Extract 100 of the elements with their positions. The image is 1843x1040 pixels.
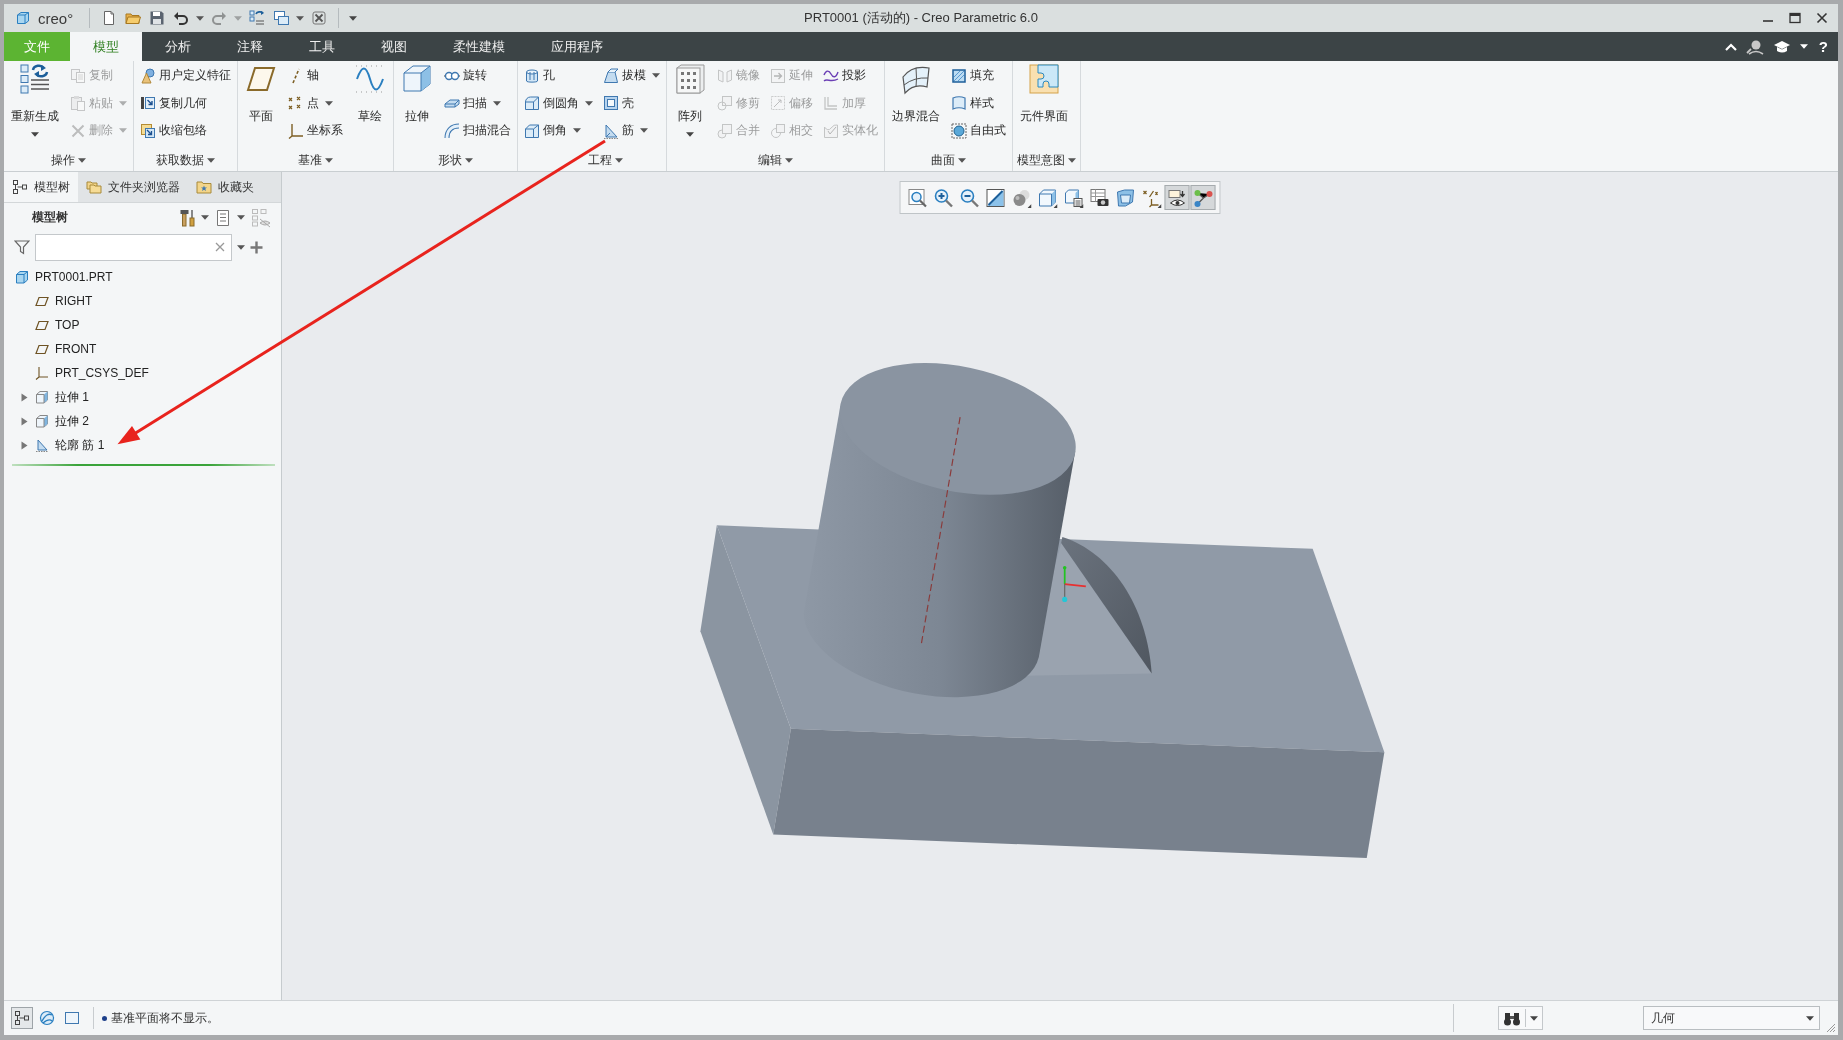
ribbon-button[interactable]: 倒角	[522, 117, 595, 145]
ribbon-button[interactable]: 倒圆角	[522, 89, 595, 117]
person-search-icon[interactable]	[1745, 38, 1764, 55]
ribbon-button[interactable]: 重新生成	[8, 61, 62, 149]
plus-icon[interactable]	[250, 240, 263, 254]
cube-icon	[35, 390, 49, 404]
ribbon-button[interactable]: 草绘	[351, 61, 389, 149]
wrap-box-icon	[140, 122, 156, 139]
view-button[interactable]	[1164, 185, 1190, 210]
resize-grip-icon[interactable]	[1826, 1023, 1836, 1033]
group-menu-button[interactable]: 编辑	[671, 149, 880, 171]
caret-icon[interactable]	[296, 15, 305, 21]
ribbon-button[interactable]: 孔	[522, 62, 595, 90]
group-menu-button[interactable]: 基准	[242, 149, 389, 171]
ribbon-button[interactable]: 拉伸	[398, 61, 436, 149]
search-field[interactable]	[35, 233, 232, 261]
ribbon-button[interactable]: 坐标系	[286, 117, 345, 145]
group-menu-button[interactable]: 工程	[522, 149, 662, 171]
projected-curve-icon	[823, 67, 839, 84]
close-icon[interactable]	[1816, 12, 1828, 24]
thicken-bracket-icon	[823, 95, 839, 112]
tree-item[interactable]: FRONT	[4, 337, 97, 361]
panel-tab[interactable]: 文件夹浏览器	[78, 172, 188, 202]
caret-icon[interactable]	[349, 15, 358, 21]
trim-shapes-icon	[717, 95, 733, 112]
caret-icon[interactable]	[196, 15, 205, 21]
clear-icon[interactable]	[215, 242, 225, 252]
tree-item[interactable]: 轮廓 筋 1	[4, 433, 105, 457]
ribbon-button[interactable]: 复制几何	[138, 89, 233, 117]
ribbon-button[interactable]: 元件界面	[1017, 61, 1071, 149]
panel-tab[interactable]: 模型树	[4, 172, 78, 202]
ribbon-button[interactable]: 用户定义特征	[138, 62, 233, 90]
tree-item[interactable]: 拉伸 2	[4, 409, 89, 433]
group-menu-button[interactable]: 曲面	[889, 149, 1008, 171]
tree-item[interactable]: TOP	[4, 313, 80, 337]
ribbon-button[interactable]: 筋	[601, 117, 662, 145]
close-window-icon[interactable]	[311, 10, 328, 26]
ribbon-button[interactable]: 阵列	[671, 61, 709, 149]
view-button[interactable]	[1190, 185, 1216, 210]
hollow-box-icon	[603, 95, 619, 112]
caret-icon[interactable]	[1799, 44, 1808, 49]
caret-icon[interactable]	[201, 215, 209, 220]
ribbon-button[interactable]: 自由式	[949, 117, 1008, 145]
list-page-icon[interactable]	[215, 208, 231, 227]
bullet-icon	[102, 1015, 107, 1021]
maximize-icon[interactable]	[1789, 12, 1801, 24]
group-menu-button[interactable]: 形状	[398, 149, 513, 171]
menu-tab[interactable]: 柔性建模	[430, 32, 528, 61]
windows-icon[interactable]	[273, 10, 290, 26]
ribbon-button[interactable]: 样式	[949, 89, 1008, 117]
hammer-screwdriver-icon[interactable]	[180, 208, 195, 227]
ribbon-button[interactable]: 填充	[949, 62, 1008, 90]
parallelogram-icon	[35, 342, 49, 356]
selection-filter-dropdown[interactable]: 几何	[1643, 1006, 1820, 1030]
regenerate-icon[interactable]	[249, 10, 266, 26]
help-button[interactable]: ?	[1816, 37, 1830, 56]
filter-icon[interactable]	[14, 239, 30, 255]
menu-tab[interactable]: 工具	[286, 32, 358, 61]
cube-icon	[15, 270, 29, 284]
menu-tab[interactable]: 模型	[70, 32, 142, 61]
expand-caret-icon[interactable]	[20, 416, 29, 426]
tree-item[interactable]: PRT_CSYS_DEF	[4, 361, 149, 385]
ribbon-button[interactable]: 扫描	[442, 89, 513, 117]
panel-tab[interactable]: 收藏夹	[188, 172, 262, 202]
caret-icon[interactable]	[237, 215, 245, 220]
tree-item[interactable]: PRT0001.PRT	[4, 265, 113, 289]
ribbon-button[interactable]: 拔模	[601, 62, 662, 90]
ribbon-button[interactable]: 旋转	[442, 62, 513, 90]
graduation-cap-icon[interactable]	[1772, 39, 1791, 54]
ribbon-button[interactable]: 收缩包络	[138, 117, 233, 145]
ribbon-button[interactable]: 投影	[821, 62, 880, 90]
group-menu-button[interactable]: 模型意图	[1017, 149, 1076, 171]
sphere-cone-icon	[140, 67, 156, 84]
caret-icon[interactable]	[237, 244, 245, 250]
tree-item[interactable]: 拉伸 1	[4, 385, 89, 409]
tapered-block-icon	[603, 67, 619, 84]
ribbon-button[interactable]: 边界混合	[889, 61, 943, 149]
expand-caret-icon[interactable]	[20, 392, 29, 402]
menu-tab[interactable]: 注释	[214, 32, 286, 61]
cube-list-icon	[1063, 187, 1083, 208]
undo-icon[interactable]	[173, 10, 190, 26]
ribbon-button[interactable]: 平面	[242, 61, 280, 149]
ribbon-button[interactable]: 扫描混合	[442, 117, 513, 145]
ribbon-button[interactable]: 轴	[286, 62, 345, 90]
tree-item[interactable]: RIGHT	[4, 289, 93, 313]
folder-icon[interactable]	[125, 10, 142, 26]
folders-icon	[86, 179, 102, 195]
menu-tab[interactable]: 分析	[142, 32, 214, 61]
menu-tab[interactable]: 视图	[358, 32, 430, 61]
collapse-chevron-icon[interactable]	[1724, 42, 1737, 51]
ribbon-button[interactable]: 点	[286, 89, 345, 117]
expand-caret-icon[interactable]	[20, 440, 29, 450]
group-menu-button[interactable]: 操作	[8, 149, 129, 171]
group-menu-button[interactable]: 获取数据	[138, 149, 233, 171]
ribbon-button[interactable]: 壳	[601, 89, 662, 117]
menu-tab[interactable]: 应用程序	[528, 32, 626, 61]
panel-toggle[interactable]	[11, 1007, 33, 1029]
chamfer-block-icon	[524, 122, 540, 139]
find-button[interactable]	[1498, 1006, 1543, 1030]
rib-icon	[35, 438, 49, 452]
